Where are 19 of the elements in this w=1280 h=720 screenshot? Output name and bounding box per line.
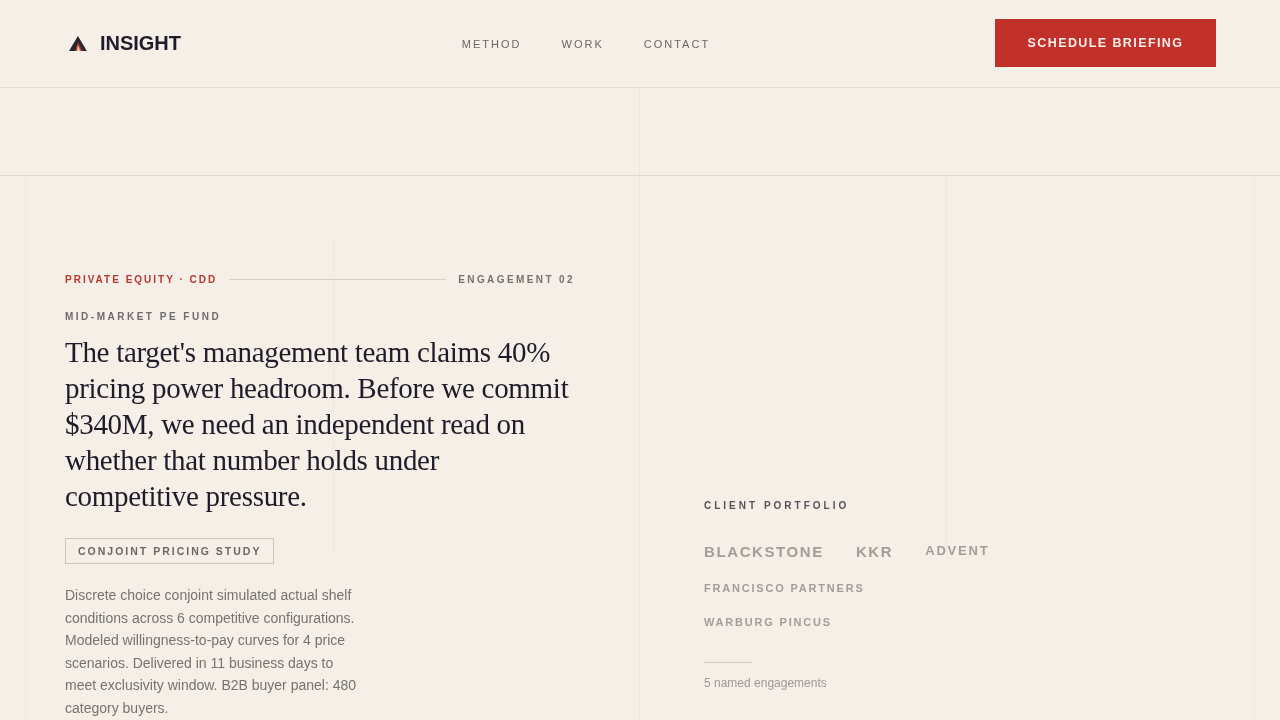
- engagement-label: ENGAGEMENT 02: [458, 273, 575, 285]
- engagement-count: 5 named engagements: [704, 676, 827, 690]
- client-name: FRANCISCO PARTNERS: [704, 582, 866, 594]
- portfolio-title: CLIENT PORTFOLIO: [704, 500, 850, 511]
- client-name: KKR: [855, 543, 894, 560]
- client-name: WARBURG PINCUS: [704, 616, 833, 628]
- client-name: BLACKSTONE: [704, 543, 824, 560]
- nav-link[interactable]: METHOD: [461, 37, 522, 50]
- schedule-briefing-button[interactable]: SCHEDULE BRIEFING: [995, 19, 1216, 67]
- headline: The target's management team claims 40% pricing power headroom. Before we commit $340M, we need an independent read on whether that number holds under competitive pressure.: [65, 335, 570, 514]
- client-type-label: MID-MARKET PE FUND: [65, 311, 223, 322]
- triangle-logo-icon: [69, 36, 87, 51]
- summary-paragraph: Discrete choice conjoint simulated actual shelf conditions across 6 competitive configurations. Modeled willingness-to-pay curves for 4 price scenarios. Delivered in 11 business days to meet exclusivity window. B2B buyer panel: 480 category buyers.: [65, 586, 358, 718]
- category-label: PRIVATE EQUITY · CDD: [65, 273, 218, 285]
- client-name: ADVENT: [925, 542, 990, 558]
- method-tag: CONJOINT PRICING STUDY: [65, 538, 275, 564]
- nav-link[interactable]: CONTACT: [643, 37, 711, 50]
- brand-name[interactable]: INSIGHT: [99, 32, 181, 55]
- nav-link[interactable]: WORK: [561, 37, 604, 50]
